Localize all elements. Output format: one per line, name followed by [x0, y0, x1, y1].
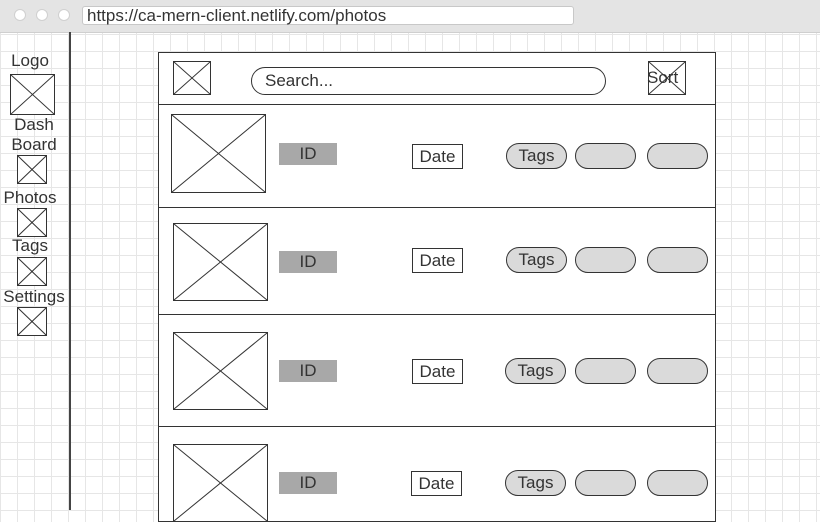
- photo-thumbnail[interactable]: [173, 332, 268, 410]
- browser-chrome: https://ca-mern-client.netlify.com/photo…: [0, 0, 820, 33]
- sidebar-item-photos-label: Photos: [3, 188, 57, 207]
- sidebar-item-photos-icon[interactable]: [17, 208, 47, 237]
- sidebar-item-settings-label: Settings: [3, 287, 65, 306]
- photo-date-field: Date: [412, 248, 463, 273]
- row-divider: [159, 314, 715, 315]
- tag-pill[interactable]: [575, 470, 636, 496]
- logo-label: Logo: [11, 51, 49, 70]
- address-bar[interactable]: https://ca-mern-client.netlify.com/photo…: [82, 6, 574, 25]
- tags-button[interactable]: Tags: [506, 143, 567, 169]
- tag-pill[interactable]: [575, 358, 636, 384]
- tags-button[interactable]: Tags: [505, 358, 566, 384]
- tag-pill[interactable]: [575, 247, 636, 273]
- header-image-placeholder: [173, 61, 211, 95]
- photos-panel: Search... Sort ID Date Tags ID Date Tags…: [158, 52, 716, 522]
- photo-date-field: Date: [412, 359, 463, 384]
- window-close-dot[interactable]: [14, 9, 26, 21]
- row-divider: [159, 207, 715, 208]
- row-divider: [159, 104, 715, 105]
- photo-thumbnail[interactable]: [173, 223, 268, 301]
- sidebar-item-tags-icon[interactable]: [17, 257, 47, 286]
- tag-pill[interactable]: [647, 470, 708, 496]
- sidebar-item-settings-icon[interactable]: [17, 307, 47, 336]
- tag-pill[interactable]: [575, 143, 636, 169]
- photo-thumbnail[interactable]: [171, 114, 266, 193]
- window-maximize-dot[interactable]: [58, 9, 70, 21]
- photo-id-field: ID: [279, 360, 337, 382]
- photo-id-field: ID: [279, 472, 337, 494]
- sidebar-item-tags-label: Tags: [12, 236, 48, 255]
- photo-date-field: Date: [412, 144, 463, 169]
- tag-pill[interactable]: [647, 143, 708, 169]
- sidebar-item-dashboard-label: Dash Board: [11, 115, 57, 154]
- sidebar-divider: [69, 32, 71, 510]
- tag-pill[interactable]: [647, 247, 708, 273]
- photo-thumbnail[interactable]: [173, 444, 268, 522]
- row-divider: [159, 426, 715, 427]
- window-minimize-dot[interactable]: [36, 9, 48, 21]
- logo-image-placeholder: [10, 74, 55, 115]
- sort-button-label: Sort: [647, 68, 679, 87]
- tags-button[interactable]: Tags: [505, 470, 566, 496]
- tag-pill[interactable]: [647, 358, 708, 384]
- photo-id-field: ID: [279, 251, 337, 273]
- tags-button[interactable]: Tags: [506, 247, 567, 273]
- search-input[interactable]: Search...: [251, 67, 606, 95]
- photo-date-field: Date: [411, 471, 462, 496]
- photo-id-field: ID: [279, 143, 337, 165]
- sidebar-item-dashboard-icon[interactable]: [17, 155, 47, 184]
